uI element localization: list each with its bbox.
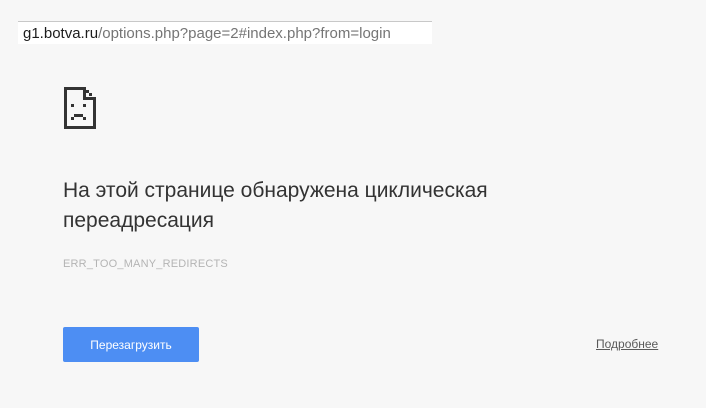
address-bar[interactable]: g1.botva.ru/options.php?page=2#index.php…: [18, 21, 432, 44]
url-path: /options.php?page=2#index.php?from=login: [98, 25, 391, 42]
error-title: На этой странице обнаружена циклическая …: [63, 179, 488, 232]
error-code: ERR_TOO_MANY_REDIRECTS: [63, 258, 228, 270]
reload-button[interactable]: Перезагрузить: [63, 327, 199, 362]
url-host: g1.botva.ru: [23, 25, 99, 42]
sad-page-icon: [64, 87, 96, 129]
details-link[interactable]: Подробнее: [596, 337, 658, 351]
